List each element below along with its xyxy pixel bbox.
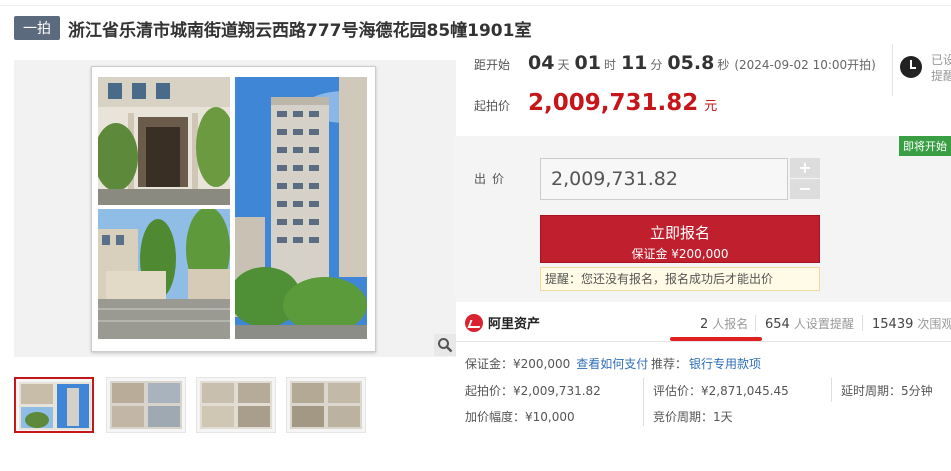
views-unit: 次围观 bbox=[917, 317, 951, 331]
recommend-label: 推荐： bbox=[651, 357, 688, 371]
auction-round-tag: 一拍 bbox=[14, 16, 60, 40]
registered-unit: 人报名 bbox=[712, 317, 749, 331]
thumbnail-1[interactable] bbox=[14, 377, 94, 433]
register-now-label: 立即报名 bbox=[649, 224, 710, 242]
brand-name: 阿里资产 bbox=[488, 317, 541, 332]
start-price-label: 起拍价 bbox=[474, 99, 511, 113]
reminder-line-1: 已设 bbox=[931, 53, 951, 67]
deposit-info: 保证金：¥200,000 bbox=[465, 357, 571, 371]
top-divider bbox=[0, 5, 951, 6]
decrease-bid-button[interactable]: − bbox=[790, 179, 820, 199]
thumbnail-4[interactable] bbox=[286, 377, 366, 433]
reminder-text: 已设 提醒 bbox=[931, 52, 951, 84]
reminder-unit: 人设置提醒 bbox=[793, 317, 854, 331]
thumbnail-3[interactable] bbox=[196, 377, 276, 433]
increase-bid-button[interactable]: + bbox=[790, 158, 820, 178]
countdown-seconds-unit: 秒 bbox=[717, 58, 730, 72]
main-image-viewer[interactable] bbox=[14, 60, 456, 357]
bank-special-funds-link[interactable]: 银行专用款项 bbox=[689, 357, 761, 371]
registered-count: 2 bbox=[700, 317, 709, 332]
reminder-line-2: 提醒 bbox=[931, 69, 951, 83]
bid-label: 出价 bbox=[474, 172, 511, 186]
info-recommend: 推荐： 银行专用款项 bbox=[651, 355, 761, 372]
start-price-row: 起拍价 2,009,731.82 元 bbox=[474, 90, 717, 124]
thumbnail-2[interactable] bbox=[106, 377, 186, 433]
main-photo[interactable] bbox=[91, 66, 376, 352]
start-time-note: (2024-09-02 10:00开拍) bbox=[734, 58, 876, 72]
starting-soon-badge: 即将开始 bbox=[899, 136, 951, 156]
register-now-button[interactable]: 立即报名 保证金 ¥200,000 bbox=[540, 215, 820, 263]
reminder-stat: 654 人设置提醒 bbox=[765, 315, 854, 332]
countdown-hours-unit: 时 bbox=[603, 58, 616, 72]
red-highlight-underline bbox=[670, 337, 762, 341]
magnifier-icon bbox=[438, 338, 453, 353]
start-price-value: 2,009,731.82 bbox=[528, 90, 699, 116]
info-bid-cycle: 竞价周期：1天 bbox=[653, 410, 733, 424]
photo-entrance bbox=[98, 77, 230, 205]
page-title: 浙江省乐清市城南街道翔云西路777号海德花园85幢1901室 bbox=[68, 20, 532, 41]
bid-amount-input[interactable]: 2,009,731.82 bbox=[540, 158, 788, 200]
set-reminder-button[interactable]: 已设 提醒 bbox=[892, 44, 951, 96]
info-start-price: 起拍价：¥2,009,731.82 bbox=[465, 384, 601, 398]
auction-page: 一拍 浙江省乐清市城南街道翔云西路777号海德花园85幢1901室 距开始 04… bbox=[0, 0, 951, 471]
countdown-hours: 01 bbox=[574, 52, 601, 74]
registered-stat: 2 人报名 bbox=[700, 315, 748, 332]
stat-divider-1 bbox=[755, 315, 756, 331]
bid-panel: 即将开始 出价 2,009,731.82 + − 立即报名 保证金 ¥200,0… bbox=[455, 136, 951, 302]
title-row: 一拍 浙江省乐清市城南街道翔云西路777号海德花园85幢1901室 bbox=[14, 14, 531, 42]
countdown-label: 距开始 bbox=[474, 58, 511, 72]
countdown-minutes: 11 bbox=[620, 52, 648, 74]
countdown-days-unit: 天 bbox=[557, 58, 570, 72]
photo-gate bbox=[98, 209, 230, 339]
reminder-count: 654 bbox=[765, 317, 790, 332]
photo-tower bbox=[235, 77, 367, 339]
ali-asset-logo-icon bbox=[465, 313, 483, 332]
countdown-days: 04 bbox=[528, 52, 555, 74]
ali-asset-logo[interactable]: 阿里资产 bbox=[465, 313, 540, 332]
views-count: 15439 bbox=[872, 317, 914, 332]
info-appraisal: 评估价：¥2,871,045.45 bbox=[653, 384, 789, 398]
zoom-button[interactable] bbox=[434, 334, 456, 356]
info-divider-1 bbox=[643, 378, 644, 426]
registration-tip: 提醒：您还没有报名，报名成功后才能出价 bbox=[540, 267, 820, 291]
how-to-pay-link[interactable]: 查看如何支付 bbox=[576, 357, 648, 371]
clock-icon bbox=[900, 56, 922, 78]
info-increment: 加价幅度：¥10,000 bbox=[465, 410, 575, 424]
countdown-seconds: 05.8 bbox=[667, 52, 715, 74]
views-stat: 15439 次围观 bbox=[872, 315, 951, 332]
countdown-row: 距开始 04 天 01 时 11 分 05.8 秒 (2024-09-02 10… bbox=[474, 52, 876, 84]
info-divider-2 bbox=[831, 378, 832, 402]
info-deposit: 保证金：¥200,000 查看如何支付 bbox=[465, 355, 648, 372]
thumbnail-strip bbox=[14, 377, 454, 435]
countdown-minutes-unit: 分 bbox=[650, 58, 663, 72]
start-price-unit: 元 bbox=[704, 99, 718, 114]
info-delay: 延时周期：5分钟 bbox=[841, 384, 933, 398]
deposit-label: 保证金 ¥200,000 bbox=[631, 247, 729, 261]
stat-divider-2 bbox=[862, 315, 863, 331]
